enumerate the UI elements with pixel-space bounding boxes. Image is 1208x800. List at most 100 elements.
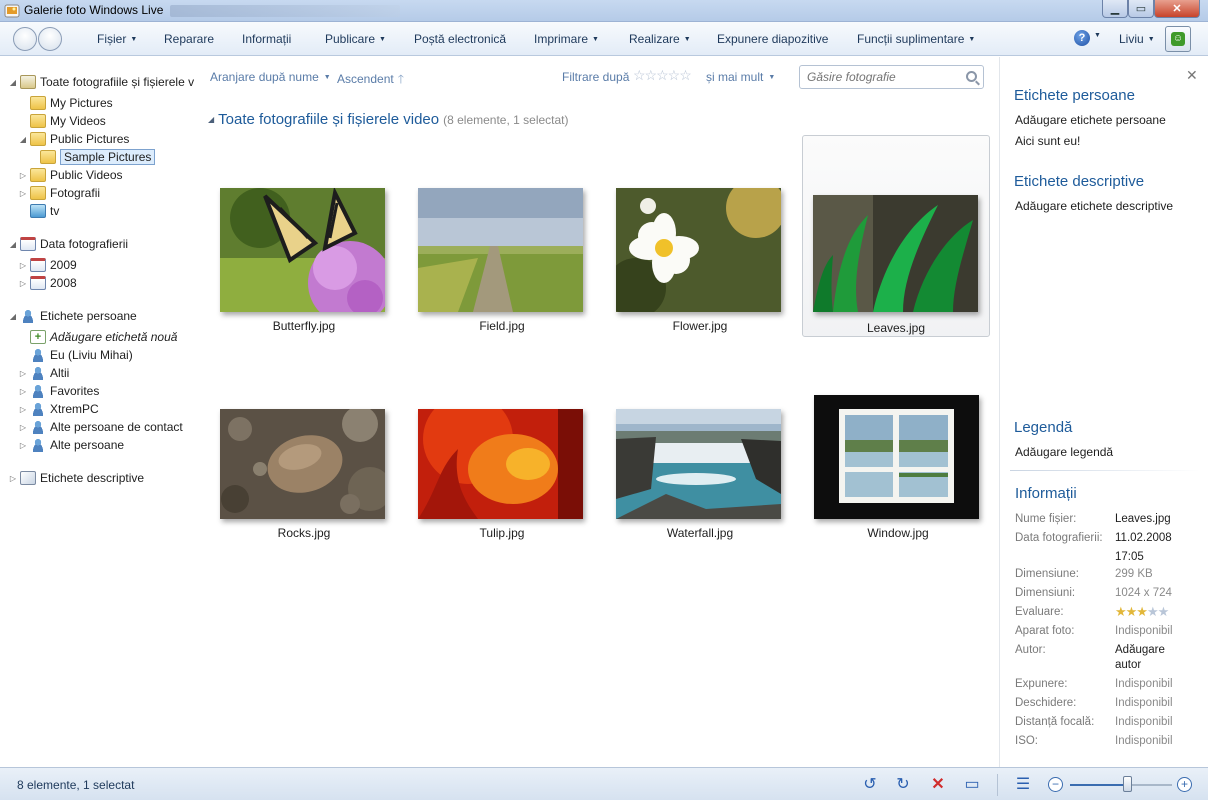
zoom-in-icon[interactable]: + xyxy=(1177,777,1192,792)
expand-arrow-icon[interactable]: ▷ xyxy=(18,261,28,270)
tree-item-descriptive-tags[interactable]: ▷ Etichete descriptive xyxy=(8,469,144,487)
expand-arrow-icon[interactable]: ▷ xyxy=(18,387,28,396)
collapse-arrow-icon[interactable]: ◢ xyxy=(18,135,28,144)
blurred-title-area xyxy=(170,5,400,17)
tree-label: Public Videos xyxy=(50,168,123,182)
menu-file[interactable]: Fișier ▼ xyxy=(97,32,137,46)
photo-tile-flower[interactable]: Flower.jpg xyxy=(606,135,794,337)
menu-publish[interactable]: Publicare ▼ xyxy=(325,32,386,46)
tree-item-other-people[interactable]: ▷ Alte persoane xyxy=(18,436,124,454)
details-view-icon[interactable]: ☰ xyxy=(1014,776,1032,794)
info-value-date[interactable]: 11.02.2008 xyxy=(1115,532,1172,544)
add-caption-link[interactable]: Adăugare legendă xyxy=(1015,445,1113,459)
tree-item-fotografii[interactable]: ▷ Fotografii xyxy=(18,184,100,202)
expand-arrow-icon[interactable]: ▷ xyxy=(18,369,28,378)
tree-item-tv[interactable]: tv xyxy=(18,202,59,220)
tree-label: Data fotografierii xyxy=(40,237,129,251)
back-button[interactable] xyxy=(13,27,37,51)
tree-item-date-taken[interactable]: ◢ Data fotografierii xyxy=(8,235,128,253)
person-icon xyxy=(20,309,36,323)
photo-tile-rocks[interactable]: Rocks.jpg xyxy=(210,354,398,556)
zoom-out-icon[interactable]: − xyxy=(1048,777,1063,792)
tree-item-other-contacts[interactable]: ▷ Alte persoane de contact xyxy=(18,418,183,436)
collapse-arrow-icon[interactable]: ◢ xyxy=(8,240,18,249)
zoom-slider-thumb[interactable] xyxy=(1123,776,1132,792)
expand-arrow-icon[interactable]: ▷ xyxy=(8,474,18,483)
tree-item-favorites[interactable]: ▷ Favorites xyxy=(18,382,99,400)
info-label-author: Autor: xyxy=(1015,644,1046,656)
expand-arrow-icon[interactable]: ▷ xyxy=(18,441,28,450)
rating-stars[interactable]: ★★★★★ xyxy=(1115,604,1169,620)
close-window-button[interactable]: ✕ xyxy=(1154,0,1200,18)
this-is-me-link[interactable]: Aici sunt eu! xyxy=(1015,134,1080,148)
arrange-by-dropdown[interactable]: Aranjare după nume ▼ xyxy=(210,70,331,84)
expand-arrow-icon[interactable]: ▷ xyxy=(18,405,28,414)
photo-tile-window[interactable]: Window.jpg xyxy=(804,354,992,556)
photo-tile-leaves[interactable]: Leaves.jpg xyxy=(802,135,990,337)
tree-item-all[interactable]: ◢ Toate fotografiile și fișierele v xyxy=(8,73,194,91)
filter-rating-stars[interactable]: ☆☆☆☆☆ xyxy=(633,67,692,84)
user-menu[interactable]: Liviu ▼ xyxy=(1119,32,1155,46)
tree-item-people-tags[interactable]: ◢ Etichete persoane xyxy=(8,307,137,325)
tree-item-2008[interactable]: ▷ 2008 xyxy=(18,274,77,292)
gallery-header[interactable]: ◢ Toate fotografiile și fișierele video (8… xyxy=(208,111,569,128)
close-icon[interactable]: ✕ xyxy=(1186,67,1198,84)
zoom-slider-track[interactable] xyxy=(1070,784,1172,786)
chevron-down-icon[interactable]: ▼ xyxy=(1094,32,1101,39)
tree-item-me[interactable]: Eu (Liviu Mihai) xyxy=(18,346,133,364)
minimize-button[interactable]: ▁ xyxy=(1102,0,1128,18)
collapse-arrow-icon[interactable]: ◢ xyxy=(8,312,18,321)
tree-item-my-pictures[interactable]: My Pictures xyxy=(18,94,113,112)
tree-item-public-videos[interactable]: ▷ Public Videos xyxy=(18,166,123,184)
more-filters-dropdown[interactable]: și mai mult ▼ xyxy=(706,70,775,84)
menu-info[interactable]: Informații xyxy=(242,32,291,46)
tree-item-altii[interactable]: ▷ Altii xyxy=(18,364,69,382)
collapse-arrow-icon[interactable]: ◢ xyxy=(208,115,214,124)
search-input[interactable] xyxy=(807,70,957,84)
expand-arrow-icon[interactable]: ▷ xyxy=(18,189,28,198)
expand-arrow-icon[interactable]: ▷ xyxy=(18,279,28,288)
menu-email[interactable]: Poștă electronică xyxy=(414,32,506,46)
rotate-left-icon[interactable]: ↺ xyxy=(861,776,879,794)
info-value-author-line2[interactable]: autor xyxy=(1115,659,1141,671)
tree-item-sample-pictures[interactable]: Sample Pictures xyxy=(28,148,156,166)
photo-tile-field[interactable]: Field.jpg xyxy=(408,135,596,337)
forward-button[interactable] xyxy=(38,27,62,51)
photo-tile-tulip[interactable]: Tulip.jpg xyxy=(408,354,596,556)
tree-item-add-tag[interactable]: + Adăugare etichetă nouă xyxy=(18,328,177,346)
menu-extras[interactable]: Funcții suplimentare ▼ xyxy=(857,32,975,46)
rotate-right-icon[interactable]: ↻ xyxy=(894,776,912,794)
info-value-author-line1[interactable]: Adăugare xyxy=(1115,644,1165,656)
photo-tile-butterfly[interactable]: Butterfly.jpg xyxy=(210,135,398,337)
menu-make[interactable]: Realizare ▼ xyxy=(629,32,691,46)
menu-print[interactable]: Imprimare ▼ xyxy=(534,32,599,46)
chevron-down-icon: ▼ xyxy=(1147,36,1155,43)
info-value-dimensions: 1024 x 724 xyxy=(1115,587,1172,599)
tree-item-public-pictures[interactable]: ◢ Public Pictures xyxy=(18,130,129,148)
tree-item-xtremepc[interactable]: ▷ XtremPC xyxy=(18,400,99,418)
expand-arrow-icon[interactable]: ▷ xyxy=(18,423,28,432)
info-value-filename[interactable]: Leaves.jpg xyxy=(1115,513,1171,525)
photo-tile-waterfall[interactable]: Waterfall.jpg xyxy=(606,354,794,556)
maximize-button[interactable]: ▭ xyxy=(1128,0,1154,18)
info-value-time[interactable]: 17:05 xyxy=(1115,551,1144,563)
sort-order-toggle[interactable]: Ascendent 🡑 xyxy=(337,70,404,91)
search-icon[interactable] xyxy=(966,71,977,82)
delete-icon[interactable]: ✕ xyxy=(929,776,947,794)
tree-item-my-videos[interactable]: My Videos xyxy=(18,112,106,130)
rating-stars-empty[interactable]: ★★ xyxy=(1147,604,1169,619)
search-box[interactable] xyxy=(799,65,984,89)
menu-fix[interactable]: Reparare xyxy=(164,32,214,46)
rating-stars-filled[interactable]: ★★★ xyxy=(1115,604,1148,619)
slideshow-icon[interactable]: ▭ xyxy=(963,776,981,794)
add-tag-icon: + xyxy=(30,330,46,344)
help-icon[interactable]: ? xyxy=(1074,30,1090,46)
collapse-arrow-icon[interactable]: ◢ xyxy=(8,78,18,87)
add-people-tags-link[interactable]: Adăugare etichete persoane xyxy=(1015,113,1166,127)
info-label-focal: Distanță focală: xyxy=(1015,716,1095,728)
expand-arrow-icon[interactable]: ▷ xyxy=(18,171,28,180)
windows-live-button[interactable]: ☺ xyxy=(1165,26,1191,52)
add-descriptive-tags-link[interactable]: Adăugare etichete descriptive xyxy=(1015,199,1173,213)
tree-item-2009[interactable]: ▷ 2009 xyxy=(18,256,77,274)
menu-slideshow[interactable]: Expunere diapozitive xyxy=(717,32,828,46)
